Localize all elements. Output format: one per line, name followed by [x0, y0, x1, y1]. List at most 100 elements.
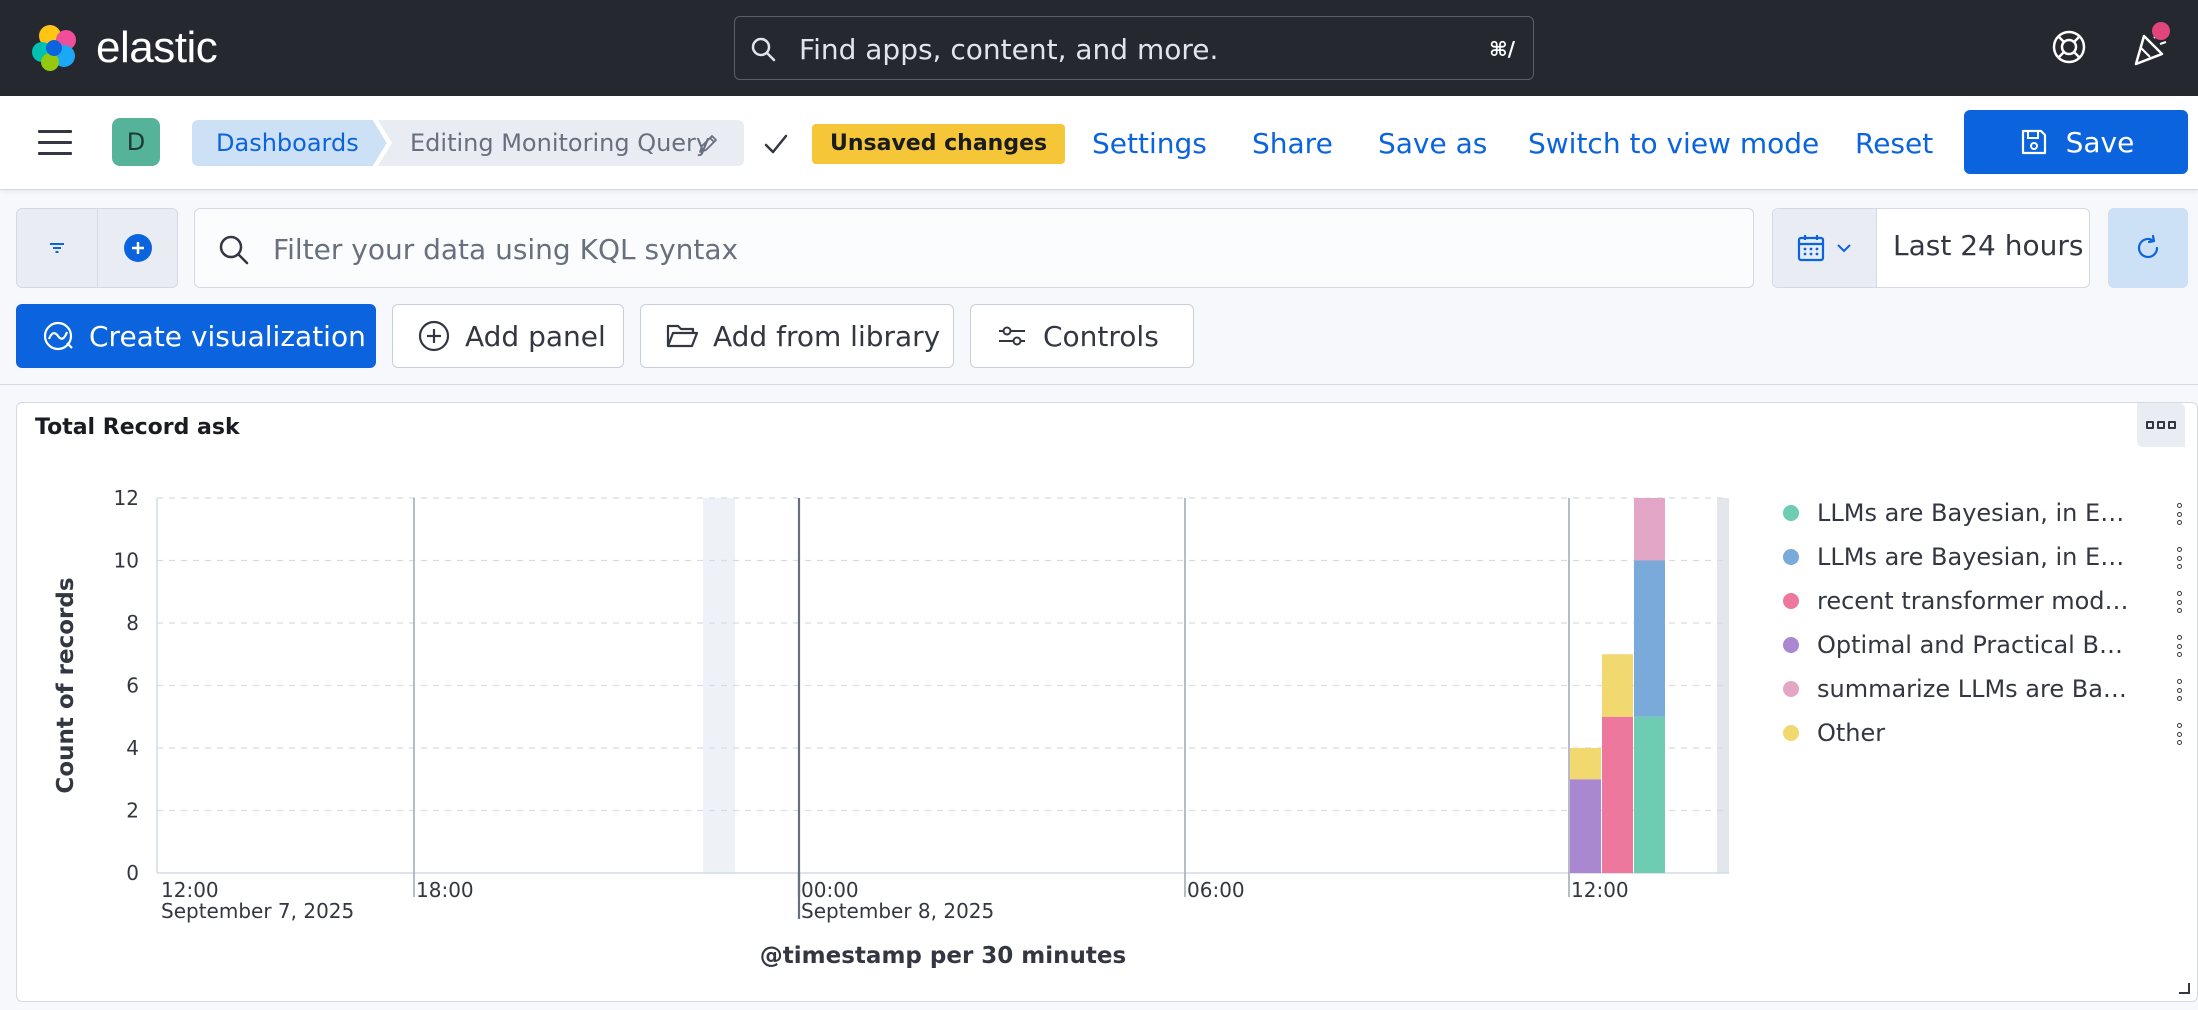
global-search[interactable]: ⌘/ — [734, 16, 1534, 80]
legend-item[interactable]: LLMs are Bayesian, in Exp... — [1759, 491, 2189, 535]
legend-item[interactable]: recent transformer models — [1759, 579, 2189, 623]
legend-actions-icon[interactable] — [2177, 723, 2183, 745]
legend-actions-icon[interactable] — [2177, 503, 2183, 525]
filter-menu-button[interactable] — [17, 209, 97, 287]
x-axis-title: @timestamp per 30 minutes — [760, 943, 1126, 969]
bar-segment[interactable] — [1634, 498, 1665, 561]
x-tick-label: 06:00 — [1187, 878, 1245, 902]
bar-segment[interactable] — [1570, 748, 1601, 780]
legend-label: recent transformer models — [1817, 587, 2137, 615]
add-panel-label: Add panel — [465, 319, 606, 353]
controls-icon — [999, 326, 1025, 346]
search-icon — [751, 37, 776, 62]
toolbar-divider — [0, 384, 2198, 385]
x-tick-sublabel: September 7, 2025 — [161, 899, 354, 923]
chart-legend: LLMs are Bayesian, in Exp... LLMs are Bay… — [1759, 491, 2189, 755]
legend-color-swatch — [1783, 505, 1799, 521]
x-tick-label: 18:00 — [416, 878, 474, 902]
date-picker[interactable]: Last 24 hours — [1772, 208, 2090, 288]
y-tick-label: 8 — [126, 611, 139, 635]
space-avatar[interactable]: D — [112, 118, 160, 166]
legend-item[interactable]: Optimal and Practical Bat... — [1759, 623, 2189, 667]
bar-chart[interactable]: 024681012 12:00September 7, 202518:00 00:… — [17, 403, 1757, 993]
top-bar: elastic ⌘/ — [0, 0, 2198, 96]
y-axis-ticks: 0 2 4 6 8 10 12 — [114, 486, 139, 885]
panel-options-button[interactable] — [2137, 403, 2185, 447]
legend-actions-icon[interactable] — [2177, 635, 2183, 657]
legend-item[interactable]: summarize LLMs are Baye... — [1759, 667, 2189, 711]
bar-segment[interactable] — [1634, 716, 1665, 873]
controls-button[interactable]: Controls — [970, 304, 1194, 368]
search-icon — [219, 235, 249, 265]
x-axis-ticks: 12:00September 7, 202518:00 00:00Septembe… — [161, 878, 1629, 923]
bar-segment[interactable] — [1602, 716, 1633, 873]
legend-label: Optimal and Practical Bat... — [1817, 631, 2137, 659]
elastic-logo-icon — [32, 25, 76, 71]
legend-item[interactable]: Other — [1759, 711, 2189, 755]
folder-open-icon — [666, 324, 699, 348]
calendar-icon — [1797, 235, 1824, 262]
dashboard-panel[interactable]: Total Record ask 0 2 4 6 8 10 12 12:00 Septembe… — [16, 402, 2198, 1002]
chevron-down-icon — [1836, 244, 1851, 253]
elastic-logo[interactable]: elastic — [30, 22, 218, 74]
y-tick-label: 6 — [126, 674, 139, 698]
bar-segment[interactable] — [1570, 779, 1601, 873]
filter-button-group — [16, 208, 178, 288]
legend-color-swatch — [1783, 725, 1799, 741]
legend-color-swatch — [1783, 681, 1799, 697]
bar-segment[interactable] — [1634, 560, 1665, 717]
quick-date-menu-button[interactable] — [1773, 209, 1877, 287]
switch-to-view-mode-link[interactable]: Switch to view mode — [1528, 124, 1819, 164]
unsaved-changes-badge: Unsaved changes — [812, 124, 1066, 164]
pencil-icon[interactable] — [696, 132, 720, 156]
y-tick-label: 10 — [114, 549, 139, 573]
y-axis-title: Count of records — [53, 577, 79, 793]
legend-actions-icon[interactable] — [2177, 547, 2183, 569]
legend-actions-icon[interactable] — [2177, 591, 2183, 613]
kql-search-bar[interactable] — [194, 208, 1754, 288]
add-filter-button[interactable] — [97, 209, 177, 287]
breadcrumb-dashboards[interactable]: Dashboards — [192, 120, 387, 166]
legend-label: LLMs are Bayesian, in Exp... — [1817, 499, 2137, 527]
plus-circle-icon — [123, 234, 152, 262]
share-link[interactable]: Share — [1252, 124, 1333, 164]
add-from-library-button[interactable]: Add from library — [640, 304, 954, 368]
create-visualization-label: Create visualization — [89, 319, 366, 353]
app-header: D Dashboards Editing Monitoring Query Un… — [0, 96, 2198, 190]
save-as-link[interactable]: Save as — [1378, 124, 1487, 164]
y-tick-label: 12 — [114, 486, 139, 510]
resize-handle-icon[interactable] — [2177, 981, 2191, 995]
save-button[interactable]: Save — [1964, 110, 2188, 174]
add-panel-button[interactable]: Add panel — [392, 304, 624, 368]
y-tick-label: 4 — [126, 736, 139, 760]
legend-color-swatch — [1783, 549, 1799, 565]
legend-color-swatch — [1783, 637, 1799, 653]
controls-label: Controls — [1043, 319, 1159, 353]
legend-actions-icon[interactable] — [2177, 679, 2183, 701]
chart-grid — [156, 497, 1729, 919]
help-icon[interactable] — [2050, 28, 2088, 66]
legend-label: Other — [1817, 719, 1886, 747]
chart-shaded-band — [703, 498, 735, 873]
add-from-library-label: Add from library — [713, 319, 941, 353]
legend-item[interactable]: LLMs are Bayesian, in Exp... — [1759, 535, 2189, 579]
menu-icon[interactable] — [38, 130, 72, 156]
refresh-icon — [2137, 234, 2159, 259]
chart-bars — [1570, 498, 1665, 873]
create-visualization-button[interactable]: Create visualization — [16, 304, 376, 368]
x-tick-label: 12:00 — [1571, 878, 1629, 902]
date-range-label[interactable]: Last 24 hours — [1893, 229, 2083, 262]
x-tick-sublabel: September 8, 2025 — [801, 899, 994, 923]
check-icon[interactable] — [762, 130, 790, 158]
bar-segment[interactable] — [1602, 654, 1633, 717]
kql-input[interactable] — [273, 227, 1673, 271]
settings-link[interactable]: Settings — [1092, 124, 1207, 164]
save-icon — [2021, 129, 2046, 155]
search-shortcut: ⌘/ — [1489, 37, 1515, 61]
legend-color-swatch — [1783, 593, 1799, 609]
notification-dot — [2152, 22, 2170, 40]
y-tick-label: 2 — [126, 799, 139, 823]
reset-link[interactable]: Reset — [1855, 124, 1933, 164]
global-search-input[interactable] — [799, 27, 1439, 71]
refresh-button[interactable] — [2108, 208, 2188, 288]
